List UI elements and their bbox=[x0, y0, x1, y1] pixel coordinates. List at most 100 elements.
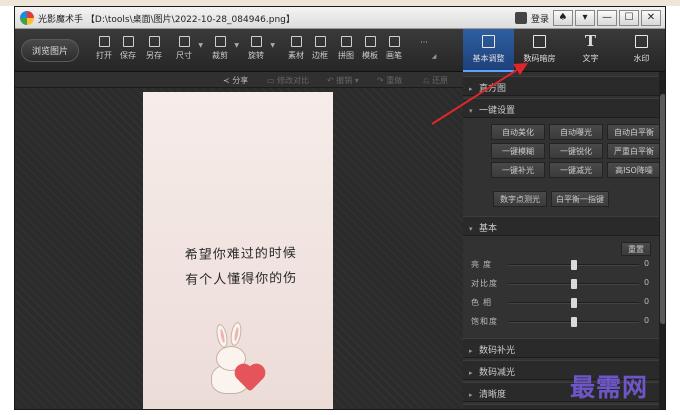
auto-exposure-button[interactable]: 自动曝光 bbox=[549, 124, 603, 140]
rotate-button[interactable]: 旋转 ▼ bbox=[243, 36, 275, 61]
slider-track[interactable] bbox=[509, 298, 639, 308]
share-button[interactable]: ≺ 分享 bbox=[223, 75, 248, 86]
collage-button[interactable]: 拼图 bbox=[333, 36, 359, 61]
adjust-panel: ▸ 直方图 ▾ 一键设置 自动美化 自动曝光 自动白平衡 一键模糊 一键锐化 严重白… bbox=[463, 72, 659, 409]
auto-white-balance-button[interactable]: 自动白平衡 bbox=[607, 124, 659, 140]
open-button[interactable]: 打开 bbox=[91, 36, 117, 61]
darkroom-icon bbox=[533, 35, 546, 48]
slider-knob[interactable] bbox=[571, 279, 577, 289]
border-button[interactable]: 边框 bbox=[307, 36, 333, 61]
browse-images-button[interactable]: 浏览图片 bbox=[21, 39, 79, 62]
quote-line-2: 有个人懂得你的伤 bbox=[185, 271, 298, 288]
maximize-button[interactable]: ☐ bbox=[619, 10, 639, 26]
digital-metering-button[interactable]: 数字点测光 bbox=[493, 191, 547, 207]
title-bar: 光影魔术手 【D:\tools\桌面\图片\2022-10-28_084946.… bbox=[15, 7, 665, 29]
chevron-down-icon: ▾ bbox=[469, 225, 473, 233]
slider-track[interactable] bbox=[509, 317, 639, 327]
more-tools-button[interactable]: ··· bbox=[411, 38, 437, 47]
chevron-down-icon[interactable]: ▼ bbox=[234, 42, 239, 49]
window-title: 光影魔术手 【D:\tools\桌面\图片\2022-10-28_084946.… bbox=[38, 15, 295, 25]
slider-saturation: 饱和度 0 bbox=[471, 316, 650, 327]
chevron-right-icon: ▸ bbox=[469, 347, 473, 355]
app-logo-icon bbox=[20, 11, 34, 25]
watermark-text: 最需网 bbox=[570, 373, 649, 402]
slider-knob[interactable] bbox=[571, 298, 577, 308]
severe-white-balance-button[interactable]: 严重白平衡 bbox=[607, 143, 659, 159]
slider-knob[interactable] bbox=[571, 317, 577, 327]
skin-button[interactable]: ♠ bbox=[553, 10, 573, 26]
slider-track[interactable] bbox=[509, 279, 639, 289]
chevron-down-icon[interactable]: ▼ bbox=[270, 42, 275, 49]
collage-icon bbox=[340, 36, 352, 47]
slider-track[interactable] bbox=[509, 260, 639, 270]
chevron-down-icon[interactable]: ▼ bbox=[198, 42, 203, 49]
chevron-down-icon: ▾ bbox=[469, 107, 473, 115]
brush-icon bbox=[388, 36, 400, 47]
user-icon bbox=[515, 12, 527, 24]
minimize-button[interactable]: — bbox=[597, 10, 617, 26]
fill-light-button[interactable]: 一键补光 bbox=[491, 162, 545, 178]
material-button[interactable]: 素材 bbox=[283, 36, 309, 61]
crop-icon bbox=[214, 36, 226, 47]
bunny-ear bbox=[214, 323, 230, 349]
save-as-icon bbox=[148, 36, 160, 47]
adjust-icon bbox=[482, 35, 495, 48]
tab-text[interactable]: T 文字 bbox=[565, 29, 616, 72]
slider-hue: 色相 0 bbox=[471, 297, 650, 308]
save-as-button[interactable]: 另存 bbox=[141, 36, 167, 61]
save-button[interactable]: 保存 bbox=[115, 36, 141, 61]
auto-beautify-button[interactable]: 自动美化 bbox=[491, 124, 545, 140]
slider-brightness: 亮度 0 bbox=[471, 259, 650, 270]
edit-subbar: ≺ 分享 ▭ 修改对比 ↶ 撤销 ▾ ↷ 重做 ⎌ 还原 bbox=[15, 72, 463, 88]
more-tools-caret-icon[interactable]: ◢ bbox=[429, 53, 439, 60]
restore-button[interactable]: ⎌ 还原 bbox=[423, 75, 448, 86]
save-icon bbox=[122, 36, 134, 47]
scrollbar-thumb[interactable] bbox=[660, 94, 665, 324]
watermark-icon bbox=[635, 35, 648, 48]
resize-button[interactable]: 尺寸 ▼ bbox=[171, 36, 203, 61]
resize-icon bbox=[178, 36, 190, 47]
bunny-ear bbox=[228, 321, 244, 347]
brush-button[interactable]: 画笔 bbox=[381, 36, 407, 61]
panel-tabs: 基本调整 数码暗房 T 文字 水印 bbox=[463, 29, 665, 72]
open-icon bbox=[98, 36, 110, 47]
app-window: 光影魔术手 【D:\tools\桌面\图片\2022-10-28_084946.… bbox=[14, 6, 666, 410]
reset-button[interactable]: 重置 bbox=[621, 242, 651, 256]
panel-scrollbar[interactable] bbox=[659, 72, 665, 409]
chevron-right-icon: ▸ bbox=[469, 85, 473, 93]
compare-button[interactable]: ▭ 修改对比 bbox=[267, 75, 309, 86]
section-histogram[interactable]: ▸ 直方图 bbox=[463, 76, 659, 96]
tab-watermark[interactable]: 水印 bbox=[616, 29, 665, 72]
chevron-right-icon: ▸ bbox=[469, 369, 473, 377]
slider-contrast: 对比度 0 bbox=[471, 278, 650, 289]
section-basic[interactable]: ▾ 基本 bbox=[463, 216, 659, 236]
close-button[interactable]: ✕ bbox=[641, 10, 661, 26]
section-levels[interactable]: ▸色阶 bbox=[463, 404, 659, 409]
login-button[interactable]: 登录 bbox=[511, 10, 553, 26]
one-click-sharpen-button[interactable]: 一键锐化 bbox=[549, 143, 603, 159]
window-controls: ♠ ▾ — ☐ ✕ bbox=[553, 10, 661, 26]
image-canvas[interactable]: 希望你难过的时候 有个人懂得你的伤 bbox=[15, 88, 463, 409]
photo-quote: 希望你难过的时候 有个人懂得你的伤 bbox=[185, 241, 298, 293]
menu-button[interactable]: ▾ bbox=[575, 10, 595, 26]
border-icon bbox=[314, 36, 326, 47]
quote-line-1: 希望你难过的时候 bbox=[184, 246, 297, 263]
crop-button[interactable]: 裁剪 ▼ bbox=[207, 36, 239, 61]
slider-knob[interactable] bbox=[571, 260, 577, 270]
chevron-right-icon: ▸ bbox=[469, 391, 473, 399]
reduce-light-button[interactable]: 一键减光 bbox=[549, 162, 603, 178]
high-iso-denoise-button[interactable]: 高ISO降噪 bbox=[607, 162, 659, 178]
undo-button[interactable]: ↶ 撤销 ▾ bbox=[327, 75, 359, 86]
text-icon: T bbox=[584, 32, 597, 50]
template-button[interactable]: 模板 bbox=[357, 36, 383, 61]
tab-digital-darkroom[interactable]: 数码暗房 bbox=[514, 29, 565, 72]
edited-photo: 希望你难过的时候 有个人懂得你的伤 bbox=[143, 92, 333, 409]
one-click-blur-button[interactable]: 一键模糊 bbox=[491, 143, 545, 159]
template-icon bbox=[364, 36, 376, 47]
redo-button[interactable]: ↷ 重做 bbox=[377, 75, 402, 86]
section-fill-light[interactable]: ▸ 数码补光 bbox=[463, 338, 659, 358]
white-balance-picker-button[interactable]: 白平衡一指键 bbox=[551, 191, 609, 207]
material-icon bbox=[290, 36, 302, 47]
tab-basic-adjust[interactable]: 基本调整 bbox=[463, 29, 514, 72]
section-quick-settings[interactable]: ▾ 一键设置 bbox=[463, 98, 659, 118]
